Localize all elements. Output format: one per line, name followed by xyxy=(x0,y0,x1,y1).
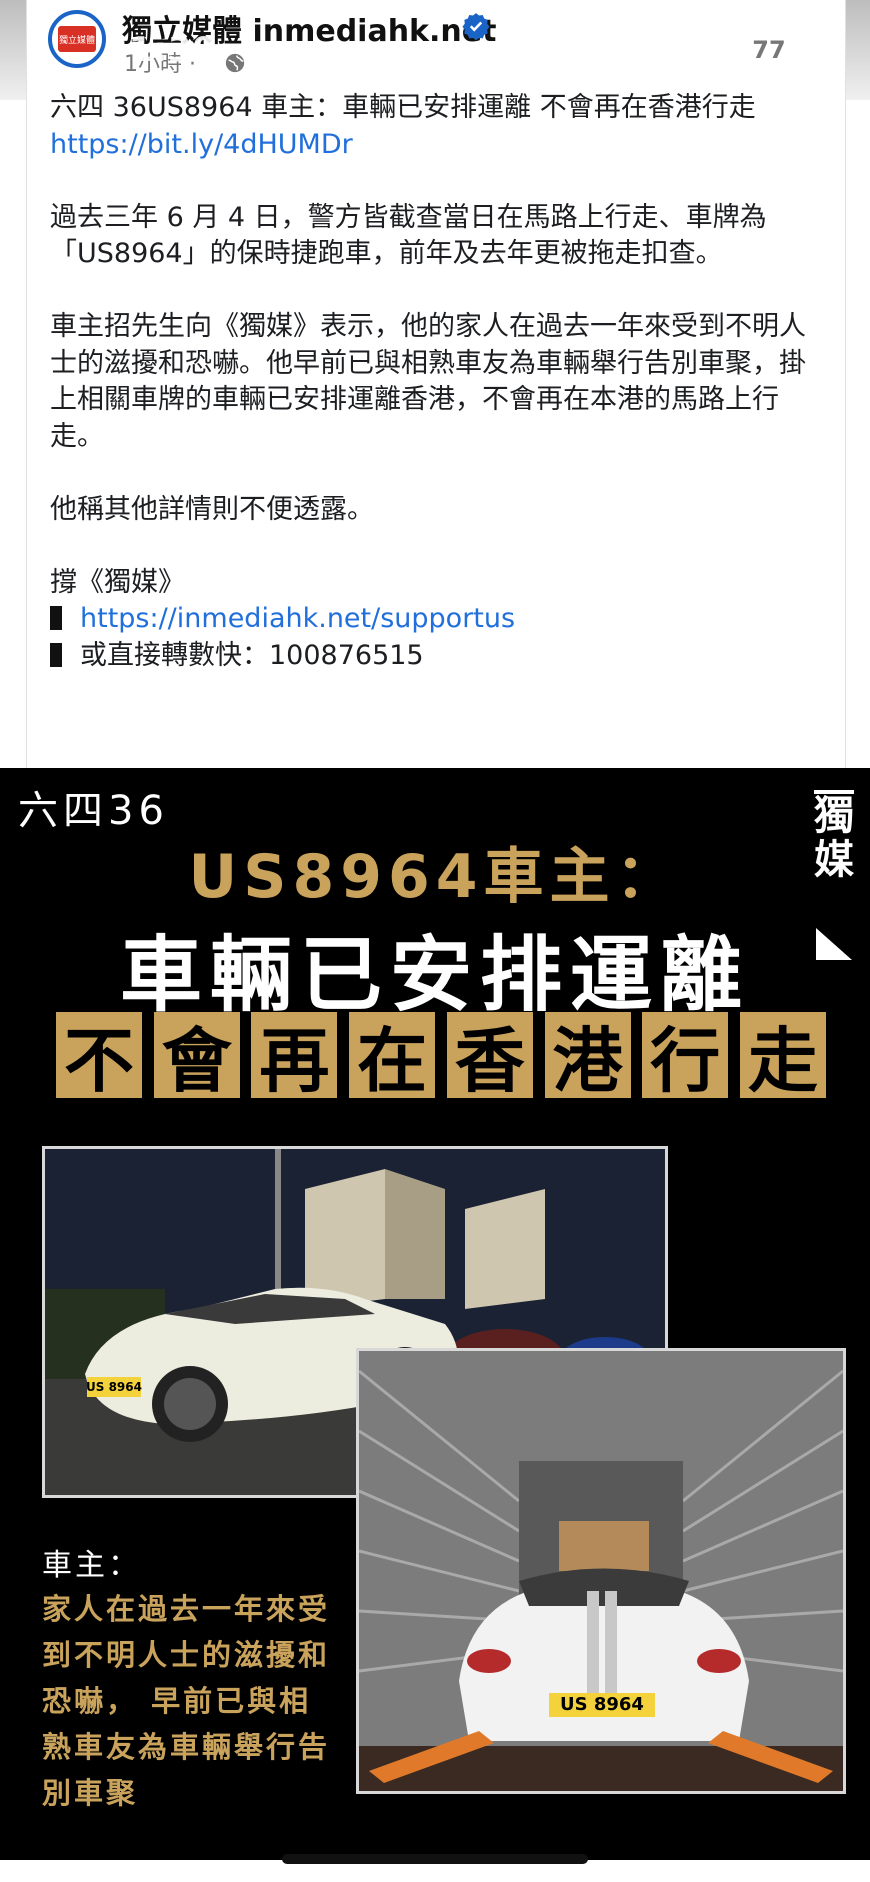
support-label: 撐《獨媒》 xyxy=(50,566,185,598)
license-plate: US 8964 xyxy=(560,1694,644,1715)
support-link[interactable]: https://inmediahk.net/supportus xyxy=(80,603,515,634)
bullet-icon xyxy=(50,606,62,630)
boxed-char: 再 xyxy=(251,1012,338,1102)
status-time: 21:39 xyxy=(104,30,218,70)
avatar-logo-text: 獨立媒體 xyxy=(58,26,96,52)
boxed-char: 會 xyxy=(153,1012,240,1102)
post-paragraph: 車主招先生向《獨媒》表示，他的家人在過去一年來受到不明人士的滋擾和恐嚇。他早前已… xyxy=(50,311,806,452)
transfer-info: 或直接轉數快：100876515 xyxy=(80,639,424,671)
boxed-char: 香 xyxy=(446,1012,533,1102)
license-plate: US 8964 xyxy=(86,1380,142,1394)
boxed-char: 不 xyxy=(56,1012,142,1102)
globe-icon xyxy=(225,53,245,73)
post-text: 六四 36US8964 車主：車輛已安排運離 不會再在香港行走 https://… xyxy=(50,90,810,674)
caption-body: 家人在過去一年來受到不明人士的滋擾和恐嚇， 早前已與相熟車友為車輛舉行告別車聚 xyxy=(42,1592,331,1810)
boxed-char: 行 xyxy=(642,1012,729,1102)
battery-level: 77 xyxy=(740,34,798,66)
boxed-char: 走 xyxy=(739,1012,826,1102)
wifi-icon xyxy=(690,37,720,60)
post-title: 六四 36US8964 車主：車輛已安排運離 不會再在香港行走 xyxy=(50,92,756,123)
verified-badge-icon xyxy=(462,13,490,40)
signal-icon xyxy=(624,36,668,60)
post-paragraph: 他稱其他詳情則不便透露。 xyxy=(50,493,374,525)
post-image[interactable]: 六四36 獨 媒 US8964車主： 車輛已安排運離 不 會 再 在 香 港 行… xyxy=(0,768,870,1860)
photo-car-in-container: US 8964 xyxy=(356,1348,846,1794)
poster-boxed-headline: 不 會 再 在 香 港 行 走 xyxy=(56,1012,826,1102)
post-paragraph: 過去三年 6 月 4 日，警方皆截查當日在馬路上行走、車牌為「US8964」的保… xyxy=(50,201,767,270)
caption-heading: 車主： xyxy=(42,1548,141,1583)
page-avatar[interactable]: 獨立媒體 xyxy=(48,10,106,68)
poster-headline-gold: US8964車主： xyxy=(188,842,682,912)
home-indicator[interactable] xyxy=(282,1854,588,1864)
battery-icon xyxy=(800,44,804,56)
post-link[interactable]: https://bit.ly/4dHUMDr xyxy=(50,129,353,160)
boxed-char: 港 xyxy=(544,1012,631,1102)
bullet-icon xyxy=(50,642,62,667)
boxed-char: 在 xyxy=(349,1012,436,1102)
